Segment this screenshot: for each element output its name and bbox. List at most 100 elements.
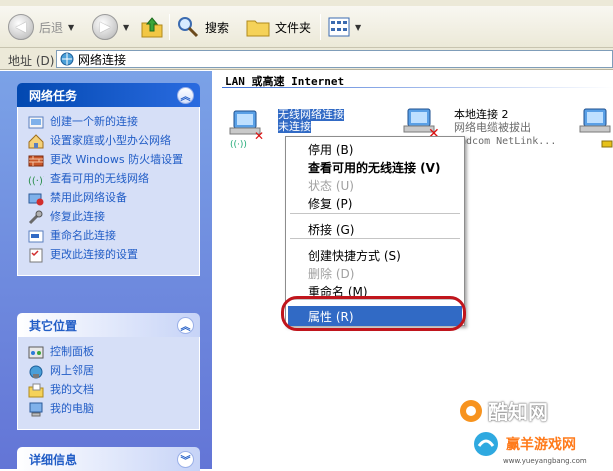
- network-task-label: 查看可用的无线网络: [50, 172, 149, 185]
- details-title: 详细信息: [29, 452, 78, 467]
- svg-text:✕: ✕: [254, 129, 264, 143]
- wireless-connection-status: 未连接: [278, 120, 311, 133]
- other-places-header[interactable]: 其它位置 ︽: [17, 313, 200, 337]
- watermark-brand1: 酷知网: [488, 400, 548, 424]
- menu-item-2[interactable]: 查看可用的无线连接 (V): [288, 157, 462, 177]
- network-task-label: 更改此连接的设置: [50, 248, 138, 261]
- network-task-2[interactable]: 设置家庭或小型办公网络: [28, 134, 193, 149]
- other-place-label: 网上邻居: [50, 364, 94, 377]
- address-label: 地址 (D): [8, 54, 55, 68]
- details-panel: 详细信息 ︾: [17, 447, 200, 471]
- watermark-yueyang: 赢羊游戏网: [472, 430, 576, 458]
- menu-item-1[interactable]: 停用 (B): [288, 139, 462, 159]
- views-button[interactable]: ▼: [328, 12, 361, 42]
- network-task-6[interactable]: 修复此连接: [28, 210, 193, 225]
- network-task-7[interactable]: 重命名此连接: [28, 229, 193, 244]
- network-task-1[interactable]: 创建一个新的连接: [28, 115, 193, 130]
- other-place-2[interactable]: 网上邻居: [28, 364, 193, 379]
- network-task-4[interactable]: ((·)) 查看可用的无线网络: [28, 172, 193, 187]
- network-connections-icon: [60, 52, 74, 66]
- up-folder-button[interactable]: [140, 12, 164, 42]
- search-button[interactable]: 搜索: [176, 12, 229, 42]
- menu-item-6[interactable]: 创建快捷方式 (S): [288, 245, 462, 265]
- watermark-brand2: 赢羊游戏网: [506, 437, 576, 453]
- toolbar-separator: [320, 14, 321, 40]
- other-place-1[interactable]: 控制面板: [28, 345, 193, 360]
- computer-icon: [28, 402, 44, 417]
- network-task-label: 更改 Windows 防火墙设置: [50, 153, 184, 166]
- menu-item-7: 删除 (D): [308, 266, 355, 281]
- third-connection-icon[interactable]: [576, 107, 613, 151]
- rename-icon: [28, 229, 44, 244]
- watermark-kuzhi: 酷知网: [458, 396, 548, 425]
- folders-button[interactable]: 文件夹: [246, 12, 311, 42]
- task-pane: 网络任务 ︽ 创建一个新的连接设置家庭或小型办公网络 更改 Windows 防火墙…: [0, 71, 212, 471]
- watermark-url: www.yueyangbang.com: [503, 457, 587, 465]
- forward-dropdown-icon[interactable]: ▼: [123, 23, 129, 32]
- local-connection-device: oadcom NetLink...: [454, 136, 557, 147]
- highlight-oval-annotation: [281, 296, 466, 331]
- network-task-label: 创建一个新的连接: [50, 115, 138, 128]
- menu-separator: [290, 238, 460, 239]
- group-divider: [222, 87, 613, 88]
- collapse-chevron-icon[interactable]: ︽: [177, 86, 194, 104]
- collapse-chevron-icon[interactable]: ︽: [177, 316, 194, 334]
- repair-icon: [28, 210, 44, 225]
- network-task-5[interactable]: 禁用此网络设备: [28, 191, 193, 206]
- network-places-icon: [28, 364, 44, 379]
- menu-item-3: 状态 (U): [308, 178, 354, 193]
- back-label: 后退: [39, 20, 64, 35]
- svg-text:((·)): ((·)): [28, 176, 44, 187]
- other-place-4[interactable]: 我的电脑: [28, 402, 193, 417]
- other-place-label: 控制面板: [50, 345, 94, 358]
- settings-icon: [28, 248, 44, 263]
- network-task-8[interactable]: 更改此连接的设置: [28, 248, 193, 263]
- network-tasks-panel: 网络任务 ︽ 创建一个新的连接设置家庭或小型办公网络 更改 Windows 防火墙…: [17, 83, 200, 276]
- back-arrow-icon: ◀: [8, 14, 34, 40]
- home-network-icon: [28, 134, 44, 149]
- folders-label: 文件夹: [275, 20, 312, 35]
- local-connection-status: 网络电缆被拔出: [454, 121, 531, 134]
- back-dropdown-icon[interactable]: ▼: [68, 23, 74, 32]
- search-label: 搜索: [205, 20, 230, 35]
- control-panel-icon: [28, 345, 44, 360]
- disable-device-icon: [28, 191, 44, 206]
- other-place-label: 我的文档: [50, 383, 94, 396]
- other-places-list: 控制面板网上邻居我的文档我的电脑: [17, 337, 200, 430]
- menu-item-4[interactable]: 修复 (P): [288, 193, 462, 213]
- folder-icon: [246, 20, 270, 37]
- search-icon: [178, 17, 199, 38]
- firewall-icon: [28, 153, 44, 168]
- back-button[interactable]: ◀ 后退 ▼: [8, 12, 74, 42]
- network-task-3[interactable]: 更改 Windows 防火墙设置: [28, 153, 193, 168]
- forward-arrow-icon: ▶: [92, 14, 118, 40]
- network-task-label: 设置家庭或小型办公网络: [50, 134, 171, 147]
- expand-chevron-icon[interactable]: ︾: [177, 450, 194, 468]
- network-task-label: 禁用此网络设备: [50, 191, 127, 204]
- network-tasks-title: 网络任务: [29, 88, 78, 103]
- new-connection-icon: [28, 115, 44, 130]
- network-tasks-list: 创建一个新的连接设置家庭或小型办公网络更改 Windows 防火墙设置 ((·))…: [17, 107, 200, 276]
- menu-separator: [290, 213, 460, 214]
- network-task-label: 修复此连接: [50, 210, 105, 223]
- network-task-label: 重命名此连接: [50, 229, 116, 242]
- address-input[interactable]: 网络连接: [56, 50, 613, 68]
- yueyang-logo-icon: [474, 432, 498, 456]
- other-place-label: 我的电脑: [50, 402, 94, 415]
- wireless-connection-icon: ✕ ((·)): [229, 110, 264, 149]
- network-tasks-header[interactable]: 网络任务 ︽: [17, 83, 200, 107]
- documents-icon: [28, 383, 44, 398]
- address-bar: 地址 (D) 网络连接: [0, 48, 613, 70]
- details-header[interactable]: 详细信息 ︾: [17, 447, 200, 471]
- toolbar: ◀ 后退 ▼ ▶ ▼ 搜索 文件夹 ▼: [0, 6, 613, 48]
- forward-button[interactable]: ▶ ▼: [92, 12, 129, 42]
- address-value: 网络连接: [78, 52, 127, 67]
- wireless-icon: ((·)): [28, 172, 44, 187]
- up-folder-icon: [141, 17, 163, 38]
- other-places-title: 其它位置: [29, 318, 78, 333]
- menu-item-5[interactable]: 桥接 (G): [288, 219, 462, 239]
- views-dropdown-icon[interactable]: ▼: [355, 23, 361, 32]
- other-place-3[interactable]: 我的文档: [28, 383, 193, 398]
- kuzhi-logo-icon: [460, 399, 482, 422]
- toolbar-separator: [169, 14, 170, 40]
